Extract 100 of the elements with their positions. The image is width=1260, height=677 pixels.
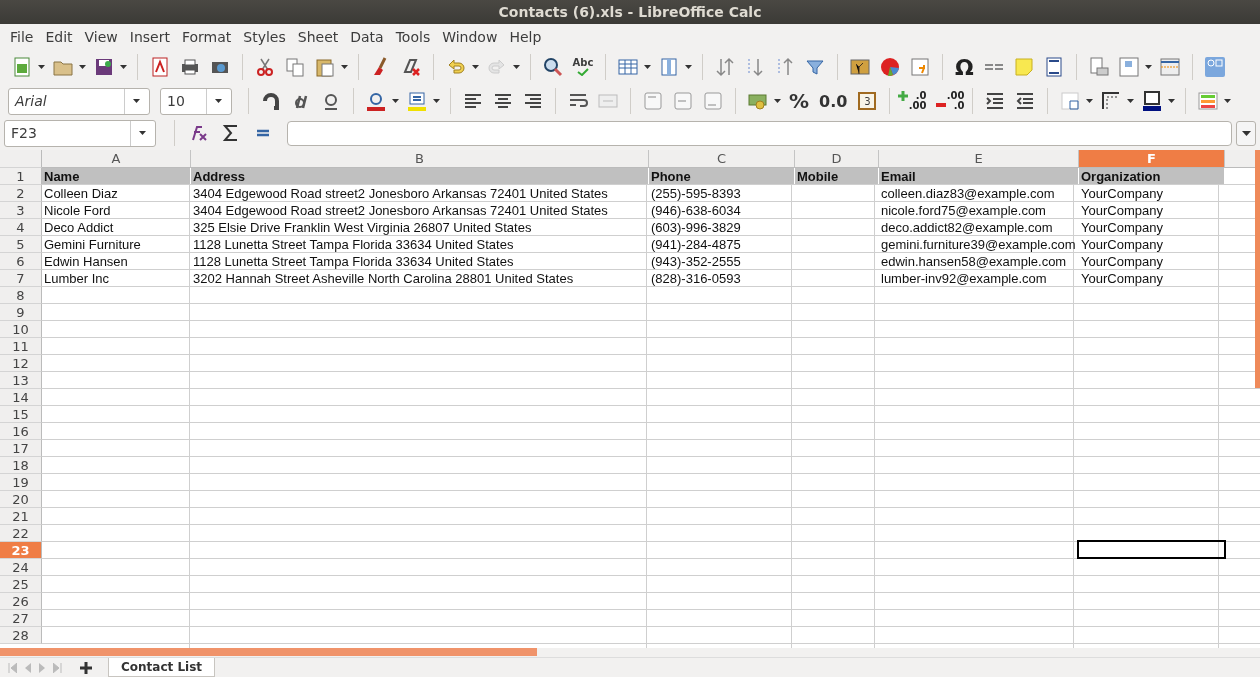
column-header[interactable]: C <box>649 150 795 168</box>
table-cell-text: 325 Elsie Drive Franklin West Virginia 26807 United States <box>192 219 533 235</box>
table-cell-text: (943)-352-2555 <box>650 253 742 269</box>
add-sheet-icon[interactable] <box>80 661 92 674</box>
table-cell-text: Edwin Hansen <box>43 253 129 269</box>
table-cell-text: lumber-inv92@example.com <box>880 270 1048 286</box>
date-button[interactable]: 3 <box>853 87 882 115</box>
column-header[interactable]: B <box>191 150 649 168</box>
row-header[interactable]: 15 <box>0 406 42 423</box>
row-header[interactable]: 27 <box>0 610 42 627</box>
column-header[interactable]: D <box>795 150 879 168</box>
row-header[interactable]: 20 <box>0 491 42 508</box>
sheet-tab[interactable]: Contact List <box>108 658 216 677</box>
name-box[interactable]: F23 <box>4 119 156 147</box>
table-cell-text: 1128 Lunetta Street Tampa Florida 33634 United States <box>192 253 515 269</box>
table-cell-text: edwin.hansen58@example.com <box>880 253 1068 269</box>
percent-button[interactable]: % <box>785 89 814 113</box>
row-header[interactable]: 8 <box>0 287 42 304</box>
column-heading-cell: Name <box>42 168 190 184</box>
row-header[interactable]: 24 <box>0 559 42 576</box>
table-cell-text: YourCompany <box>1080 185 1164 201</box>
spelling-button[interactable]: Abc <box>569 53 597 81</box>
table-cell-text: Lumber Inc <box>43 270 111 286</box>
table-cell-text: colleen.diaz83@example.com <box>880 185 1056 201</box>
vertical-scrollbar[interactable] <box>1255 150 1260 388</box>
row-header[interactable]: 17 <box>0 440 42 457</box>
row-header[interactable]: 19 <box>0 474 42 491</box>
row-header[interactable]: 26 <box>0 593 42 610</box>
column-heading-cell: Email <box>879 168 1078 184</box>
special-character-button[interactable]: Ω <box>951 54 978 80</box>
row-header[interactable]: 22 <box>0 525 42 542</box>
column-heading-cell: Organization <box>1079 168 1224 184</box>
add-decimal-button[interactable]: .0 .00 <box>898 91 927 111</box>
formula-input-field[interactable] <box>287 120 1232 146</box>
row-header[interactable]: 13 <box>0 372 42 389</box>
menu-item[interactable]: Insert <box>123 29 176 45</box>
column-header[interactable]: E <box>879 150 1079 168</box>
table-cell-text: deco.addict82@example.com <box>880 219 1054 235</box>
table-cell-text: (255)-595-8393 <box>650 185 742 201</box>
row-header[interactable]: 12 <box>0 355 42 372</box>
table-cell-text: Colleen Diaz <box>43 185 119 201</box>
row-header[interactable]: 1 <box>0 168 42 185</box>
row-header[interactable]: 16 <box>0 423 42 440</box>
row-header[interactable]: 28 <box>0 627 42 644</box>
row-header[interactable]: 14 <box>0 389 42 406</box>
table-cell-text: YourCompany <box>1080 202 1164 218</box>
cell-cursor[interactable] <box>1079 542 1224 557</box>
row-header[interactable]: 7 <box>0 270 42 287</box>
number-format-button[interactable]: 0.0 <box>815 91 852 111</box>
row-header[interactable]: 2 <box>0 185 42 202</box>
menu-item[interactable]: View <box>78 29 124 45</box>
row-header[interactable]: 25 <box>0 576 42 593</box>
row-header[interactable]: 3 <box>0 202 42 219</box>
menu-item[interactable]: Format <box>175 29 238 45</box>
table-cell-text: YourCompany <box>1080 219 1164 235</box>
menu-item[interactable]: Sheet <box>291 29 345 45</box>
table-cell-text: (941)-284-4875 <box>650 236 742 252</box>
delete-decimal-button[interactable]: .00 .0 <box>936 91 965 111</box>
column-heading-cell: Phone <box>649 168 794 184</box>
plus-icon <box>898 91 909 101</box>
table-cell-text: (828)-316-0593 <box>650 270 742 286</box>
menu-item[interactable]: Edit <box>39 29 79 45</box>
menu-item[interactable]: File <box>4 29 40 45</box>
column-heading-cell: Address <box>191 168 648 184</box>
checkmark-icon <box>577 68 589 76</box>
menu-item[interactable]: Help <box>503 29 548 45</box>
window-title: Contacts (6).xls - LibreOffice Calc <box>498 4 762 20</box>
table-cell-text: YourCompany <box>1080 270 1164 286</box>
row-header[interactable]: 21 <box>0 508 42 525</box>
row-header[interactable]: 9 <box>0 304 42 321</box>
font-name-field[interactable]: Arial <box>8 87 150 115</box>
minus-icon <box>936 103 947 107</box>
table-cell-text: Nicole Ford <box>43 202 112 218</box>
menu-item[interactable]: Data <box>344 29 390 45</box>
table-cell-text: nicole.ford75@example.com <box>880 202 1047 218</box>
table-cell-text: 3404 Edgewood Road street2 Jonesboro Arkansas 72401 United States <box>192 185 609 201</box>
table-cell-text: (946)-638-6034 <box>650 202 742 218</box>
menu-item[interactable]: Tools <box>389 29 437 45</box>
row-header[interactable]: 18 <box>0 457 42 474</box>
table-cell-text: (603)-996-3829 <box>650 219 742 235</box>
table-cell-text: Gemini Furniture <box>43 236 142 252</box>
expand-formula-button[interactable] <box>1236 120 1256 146</box>
caret-icon <box>1241 130 1251 136</box>
menu-item[interactable]: Window <box>436 29 504 45</box>
row-header[interactable]: 5 <box>0 236 42 253</box>
font-size-field[interactable]: 10 <box>160 87 232 115</box>
table-cell-text: YourCompany <box>1080 236 1164 252</box>
table-cell-text: Deco Addict <box>43 219 115 235</box>
column-header[interactable]: A <box>42 150 191 168</box>
horizontal-scrollbar[interactable] <box>0 648 537 656</box>
table-cell-text: gemini.furniture39@example.com <box>880 236 1077 252</box>
row-header[interactable]: 4 <box>0 219 42 236</box>
menu-item[interactable]: Styles <box>237 29 292 45</box>
table-cell-text: YourCompany <box>1080 253 1164 269</box>
table-cell-text: 3202 Hannah Street Asheville North Carolina 28801 United States <box>192 270 575 286</box>
row-header[interactable]: 10 <box>0 321 42 338</box>
row-header[interactable]: 6 <box>0 253 42 270</box>
table-cell-text: 1128 Lunetta Street Tampa Florida 33634 United States <box>192 236 515 252</box>
column-heading-cell: Mobile <box>795 168 878 184</box>
row-header[interactable]: 11 <box>0 338 42 355</box>
